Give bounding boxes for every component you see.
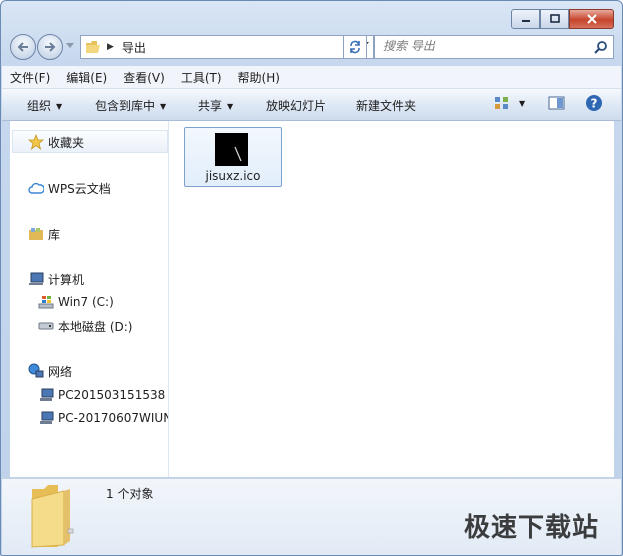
maximize-icon	[549, 14, 560, 23]
cloud-icon	[28, 180, 44, 196]
network-computer-icon	[38, 387, 54, 403]
caption-buttons	[511, 9, 614, 29]
organize-button[interactable]: 组织 ▼	[27, 97, 62, 114]
nav-drive-c-label: Win7 (C:)	[58, 295, 114, 309]
nav-favorites-label: 收藏夹	[48, 135, 85, 150]
search-icon[interactable]	[594, 40, 608, 54]
svg-text:?: ?	[591, 97, 598, 111]
folder-icon	[86, 41, 100, 53]
ico-thumbnail-icon	[215, 133, 248, 166]
chevron-down-icon: ▼	[56, 102, 63, 111]
navigation-bar: ▶ 导出	[10, 34, 614, 60]
nav-favorites[interactable]: 收藏夹	[28, 132, 84, 152]
maximize-button[interactable]	[540, 9, 569, 29]
share-label: 共享	[198, 99, 223, 113]
library-icon	[28, 226, 44, 242]
large-folder-icon	[31, 485, 74, 548]
forward-button[interactable]	[37, 34, 63, 60]
close-button[interactable]	[569, 9, 614, 29]
breadcrumb-separator-icon[interactable]: ▶	[107, 42, 114, 52]
nav-wps-cloud[interactable]: WPS云文档	[28, 178, 111, 198]
menu-view[interactable]: 查看(V)	[115, 69, 173, 86]
network-icon	[28, 363, 44, 379]
back-arrow-icon	[17, 42, 28, 52]
help-icon[interactable]: ?	[585, 94, 603, 112]
nav-library[interactable]: 库	[28, 224, 60, 244]
nav-network-pc2-label: PC-20170607WIUN	[58, 411, 169, 425]
refresh-button[interactable]	[343, 35, 367, 59]
organize-label: 组织	[27, 99, 52, 113]
navigation-pane: 收藏夹 WPS云文档 库 计算机 Win7 (C:) 本地磁盘 (D:) 网络	[10, 121, 169, 477]
include-in-library-button[interactable]: 包含到库中 ▼	[95, 97, 166, 114]
nav-drive-c[interactable]: Win7 (C:)	[38, 292, 114, 312]
recent-pages-chevron-icon[interactable]	[66, 43, 74, 49]
network-computer-icon	[38, 410, 54, 426]
star-icon	[28, 134, 44, 150]
nav-wps-cloud-label: WPS云文档	[48, 181, 111, 196]
nav-network-pc2[interactable]: PC-20170607WIUN	[38, 408, 169, 428]
menu-file[interactable]: 文件(F)	[2, 69, 58, 86]
view-options-chevron-icon[interactable]: ▼	[519, 99, 525, 108]
slideshow-button[interactable]: 放映幻灯片	[266, 97, 326, 114]
item-count: 1 个对象	[106, 487, 154, 501]
preview-pane-icon[interactable]	[548, 95, 565, 111]
close-icon	[586, 14, 597, 24]
nav-drive-d-label: 本地磁盘 (D:)	[58, 319, 133, 334]
include-in-library-label: 包含到库中	[95, 99, 156, 113]
nav-network-pc1-label: PC201503151538	[58, 388, 166, 402]
minimize-icon	[521, 20, 530, 22]
hard-drive-icon	[38, 318, 54, 334]
search-box[interactable]	[374, 35, 614, 59]
nav-computer-label: 计算机	[48, 272, 85, 287]
nav-drive-d[interactable]: 本地磁盘 (D:)	[38, 316, 132, 336]
address-bar[interactable]: ▶ 导出	[80, 35, 374, 59]
menu-tools[interactable]: 工具(T)	[173, 69, 230, 86]
file-name: jisuxz.ico	[205, 169, 261, 183]
command-bar: 组织 ▼ 包含到库中 ▼ 共享 ▼ 放映幻灯片 新建文件夹 ▼ ?	[2, 89, 621, 121]
nav-network[interactable]: 网络	[28, 361, 72, 381]
nav-network-pc1[interactable]: PC201503151538	[38, 385, 165, 405]
nav-computer[interactable]: 计算机	[28, 269, 84, 289]
forward-arrow-icon	[45, 42, 56, 52]
details-pane: 1 个对象 极速下载站	[2, 478, 621, 555]
nav-library-label: 库	[48, 227, 61, 242]
breadcrumb-folder[interactable]: 导出	[122, 39, 146, 56]
menu-bar: 文件(F) 编辑(E) 查看(V) 工具(T) 帮助(H)	[2, 66, 621, 89]
search-input[interactable]	[383, 39, 583, 53]
computer-icon	[28, 271, 44, 287]
windows-drive-icon	[38, 294, 54, 310]
menu-edit[interactable]: 编辑(E)	[58, 69, 115, 86]
minimize-button[interactable]	[511, 9, 540, 29]
share-button[interactable]: 共享 ▼	[198, 97, 233, 114]
chevron-down-icon: ▼	[160, 102, 167, 111]
menu-help[interactable]: 帮助(H)	[230, 69, 288, 86]
refresh-icon	[350, 40, 360, 54]
file-item[interactable]: jisuxz.ico	[184, 127, 282, 187]
view-options-icon[interactable]	[494, 95, 510, 111]
back-button[interactable]	[10, 34, 36, 60]
explorer-window: ▶ 导出 文件(F) 编辑(E) 查看(V) 工具(T) 帮助(H) 组织 ▼ 包…	[0, 0, 623, 556]
file-list: jisuxz.ico	[169, 121, 614, 477]
chevron-down-icon: ▼	[227, 102, 234, 111]
new-folder-button[interactable]: 新建文件夹	[356, 97, 416, 114]
watermark: 极速下载站	[463, 513, 599, 543]
nav-network-label: 网络	[48, 364, 73, 379]
